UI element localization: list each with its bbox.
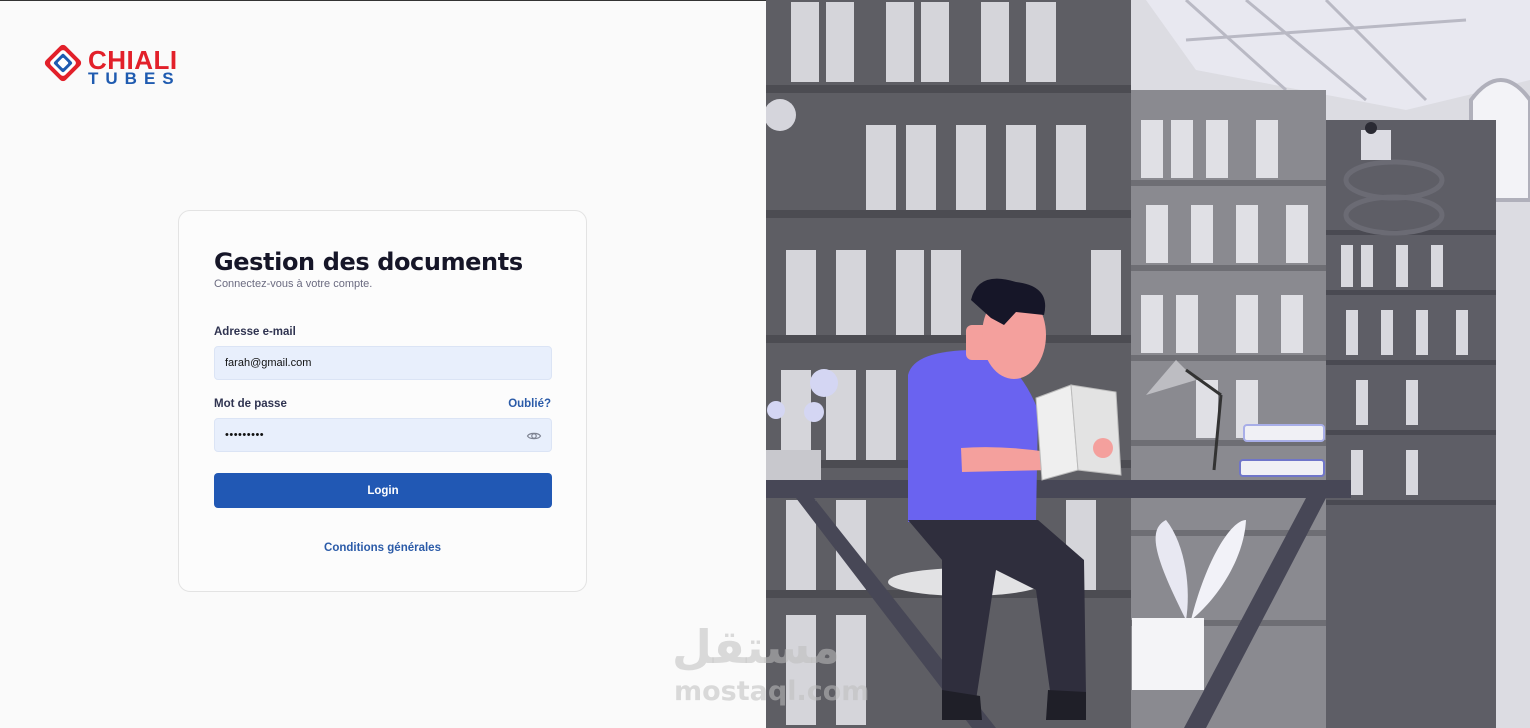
- brand-logo: CHIALI TUBES: [42, 43, 192, 88]
- password-label: Mot de passe: [214, 398, 287, 410]
- chiali-logo-icon: [44, 44, 82, 82]
- page-title: Gestion des documents: [214, 248, 523, 276]
- login-button[interactable]: Login: [214, 473, 552, 508]
- library-illustration: [766, 0, 1530, 728]
- terms-link[interactable]: Conditions générales: [179, 542, 586, 554]
- password-field-wrapper: [214, 418, 552, 452]
- forgot-password-link[interactable]: Oublié?: [508, 398, 551, 410]
- email-label: Adresse e-mail: [214, 326, 296, 338]
- page-subtitle: Connectez-vous à votre compte.: [214, 278, 373, 290]
- email-field[interactable]: [215, 347, 551, 379]
- reading-man-illustration: [766, 0, 1530, 728]
- login-pane: CHIALI TUBES Gestion des documents Conne…: [0, 0, 766, 728]
- brand-name-line2: TUBES: [88, 69, 181, 88]
- email-field-wrapper: [214, 346, 552, 380]
- login-card: Gestion des documents Connectez-vous à v…: [178, 210, 587, 592]
- eye-icon[interactable]: [526, 428, 542, 444]
- password-field[interactable]: [215, 419, 551, 451]
